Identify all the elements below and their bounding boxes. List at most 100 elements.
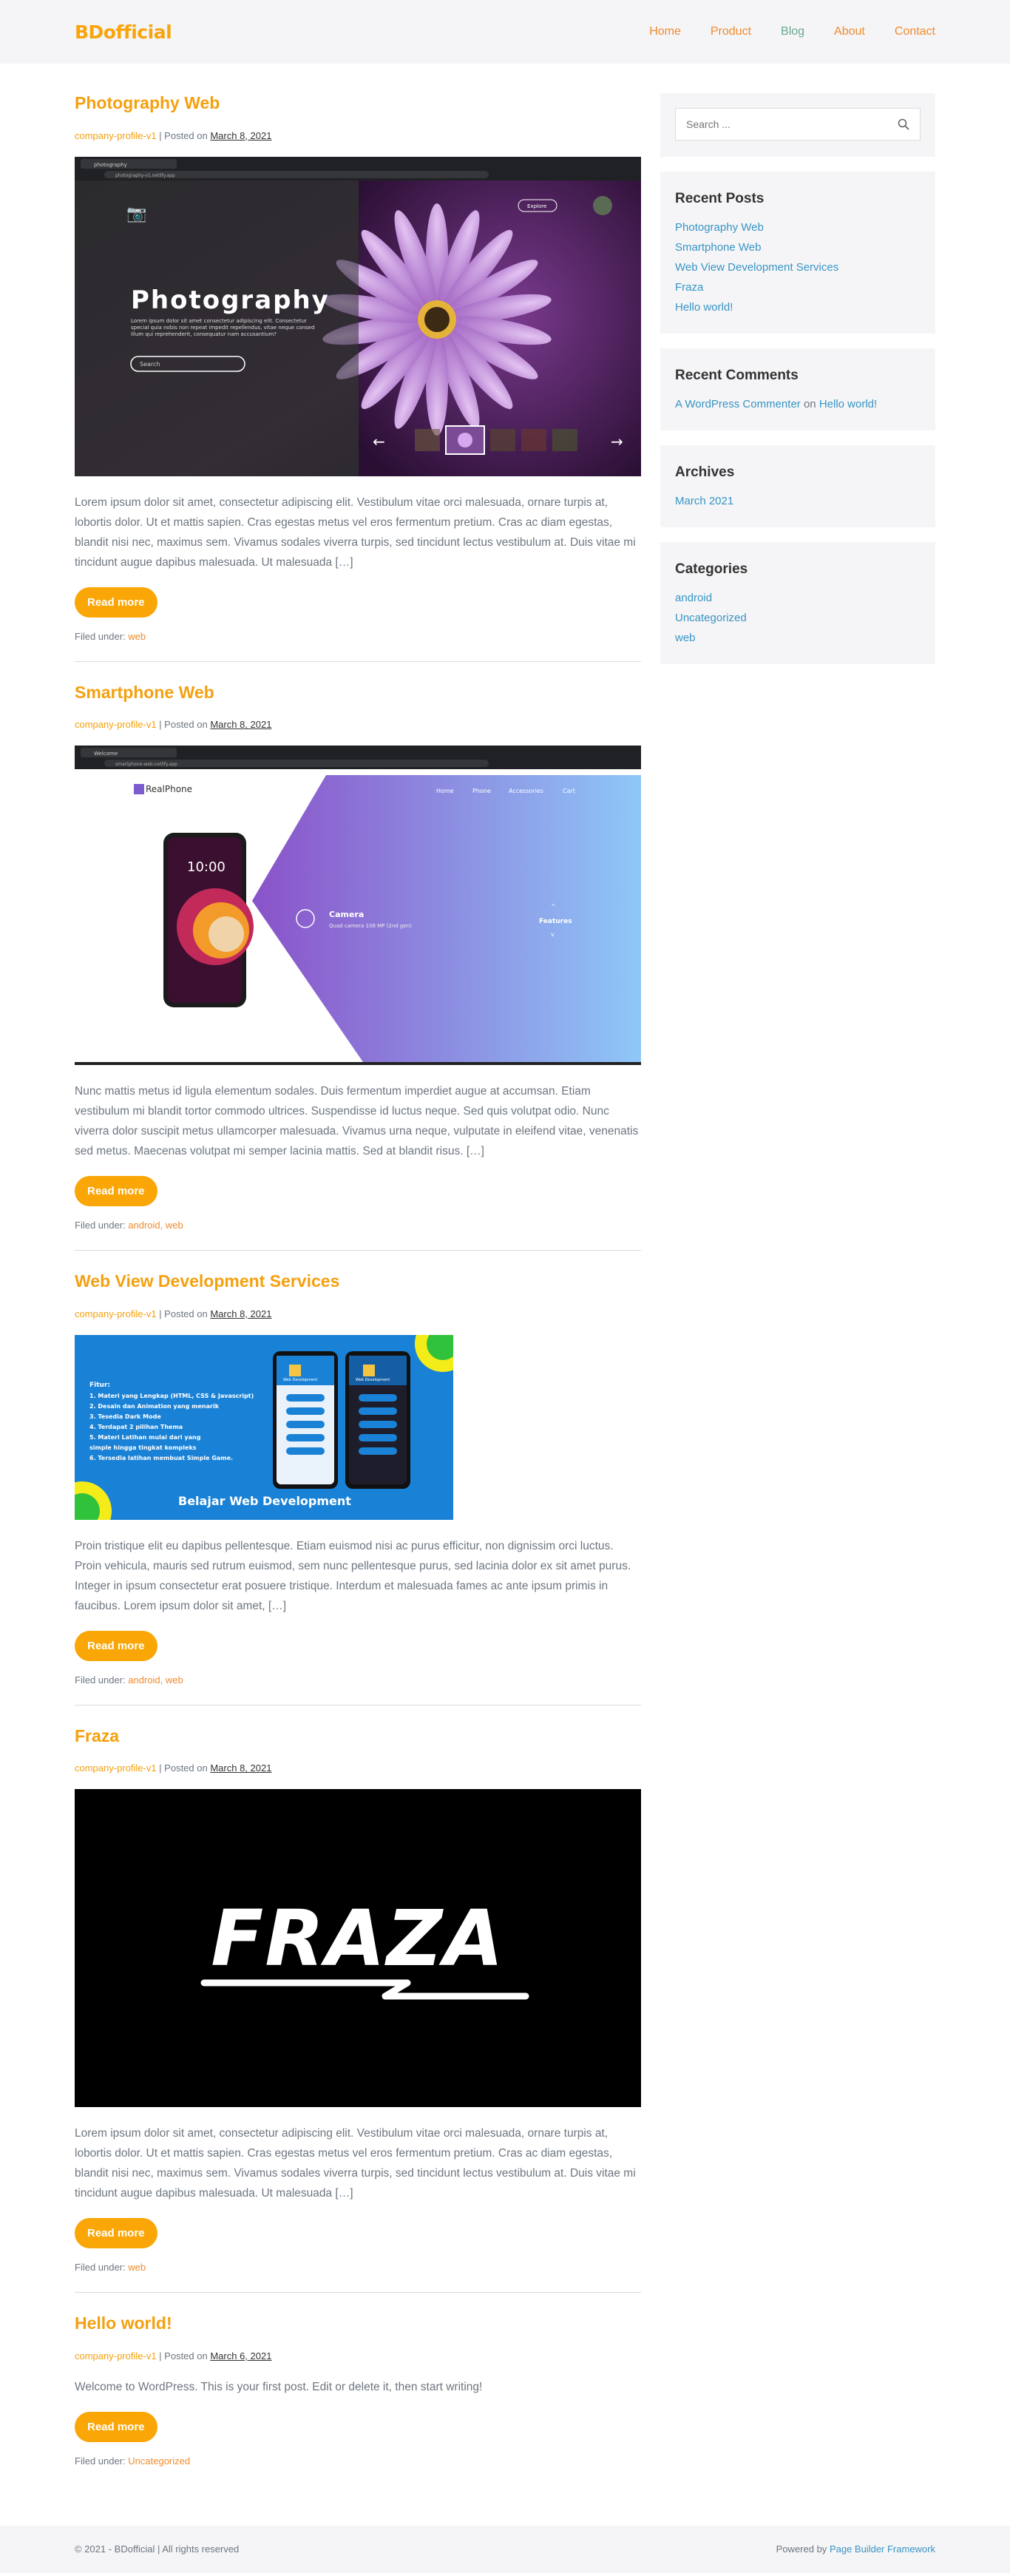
category-link[interactable]: android	[675, 592, 712, 604]
thumb-menu-accessories: Accessories	[509, 788, 543, 794]
post-thumbnail[interactable]: Fitur: 1. Materi yang Lengkap (HTML, CSS…	[75, 1334, 453, 1520]
site-logo[interactable]: BDofficial	[75, 21, 172, 43]
nav-about[interactable]: About	[834, 25, 865, 38]
recent-post-link[interactable]: Photography Web	[675, 221, 764, 234]
post-footer: Filed under: web	[75, 2262, 641, 2273]
post-author-link[interactable]: company-profile-v1	[75, 2350, 157, 2362]
post-meta: company-profile-v1 | Posted on March 6, …	[75, 2350, 272, 2362]
recent-posts-list: Photography Web Smartphone Web Web View …	[675, 217, 921, 317]
post-title[interactable]: Hello world!	[75, 2313, 641, 2334]
posted-on-label: Posted on	[164, 2350, 208, 2362]
fraza-wordmark: FRAZA	[211, 1893, 505, 1984]
comment-post-link[interactable]: Hello world!	[819, 398, 877, 410]
posted-on-label: Posted on	[164, 129, 208, 141]
post-title[interactable]: Smartphone Web	[75, 683, 641, 703]
post-date-link[interactable]: March 8, 2021	[210, 1762, 271, 1774]
thumb-brand: RealPhone	[146, 784, 192, 794]
web-development-banner-image: Fitur: 1. Materi yang Lengkap (HTML, CSS…	[75, 1334, 453, 1520]
category-link[interactable]: Uncategorized	[675, 612, 747, 624]
category-link[interactable]: android, web	[128, 1674, 183, 1686]
thumb-search-text: Search	[140, 361, 160, 368]
archive-link[interactable]: March 2021	[675, 495, 733, 507]
read-more-button[interactable]: Read more	[75, 2218, 157, 2249]
filed-under-label: Filed under:	[75, 630, 126, 642]
nav-product[interactable]: Product	[711, 25, 751, 38]
thumb-feature-text: Quad camera 108 MP (2nd gen)	[329, 923, 412, 929]
posted-on-label: Posted on	[164, 1762, 208, 1774]
main-nav: Home Product Blog About Contact	[649, 25, 935, 38]
post-hello-world: Hello world! company-profile-v1 | Posted…	[75, 2313, 641, 2486]
framework-link[interactable]: Page Builder Framework	[830, 2543, 935, 2555]
post-author-link[interactable]: company-profile-v1	[75, 719, 157, 730]
post-excerpt: Lorem ipsum dolor sit amet, consectetur …	[75, 496, 636, 569]
post-title[interactable]: Fraza	[75, 1726, 641, 1747]
search-widget	[660, 93, 935, 157]
post-author-link[interactable]: company-profile-v1	[75, 130, 157, 141]
thumb-banner-text: Belajar Web Development	[178, 1494, 351, 1508]
filed-under-label: Filed under:	[75, 1220, 126, 1231]
thumb-feature-item: simple hingga tingkat kompleks	[89, 1444, 197, 1451]
post-date-link[interactable]: March 6, 2021	[210, 2350, 271, 2362]
powered-by-label: Powered by	[776, 2543, 827, 2555]
post-footer: Filed under: web	[75, 631, 641, 642]
filed-under-label: Filed under:	[75, 2455, 126, 2467]
post-date-link[interactable]: March 8, 2021	[210, 130, 271, 141]
category-link[interactable]: web	[128, 631, 146, 642]
thumb-phone-time: 10:00	[187, 859, 226, 875]
nav-contact[interactable]: Contact	[895, 25, 935, 38]
read-more-button[interactable]: Read more	[75, 2411, 157, 2442]
thumb-feature-item: 2. Desain dan Animation yang menarik	[89, 1403, 220, 1410]
post-smartphone-web: Smartphone Web company-profile-v1 | Post…	[75, 683, 641, 1251]
post-date-link[interactable]: March 8, 2021	[210, 1308, 271, 1319]
post-title[interactable]: Photography Web	[75, 93, 641, 114]
svg-text:←: ←	[373, 433, 385, 450]
post-thumbnail[interactable]: Welcome smartphone-web.netlify.app RealP…	[75, 746, 641, 1066]
post-thumbnail[interactable]: photography photography-v1.netlify.app 📷…	[75, 156, 641, 476]
search-input[interactable]	[686, 118, 893, 130]
post-author-link[interactable]: company-profile-v1	[75, 1308, 157, 1319]
site-header: BDofficial Home Product Blog About Conta…	[0, 0, 1010, 64]
nav-blog[interactable]: Blog	[781, 25, 804, 38]
thumb-fitur-title: Fitur:	[89, 1382, 110, 1389]
footer-inner: © 2021 - BDofficial | All rights reserve…	[75, 2543, 935, 2555]
site-footer: © 2021 - BDofficial | All rights reserve…	[0, 2525, 1010, 2573]
post-date-link[interactable]: March 8, 2021	[210, 719, 271, 730]
powered-by: Powered by Page Builder Framework	[776, 2543, 935, 2555]
post-author-link[interactable]: company-profile-v1	[75, 1762, 157, 1774]
read-more-button[interactable]: Read more	[75, 586, 157, 618]
category-link[interactable]: web	[128, 2262, 146, 2273]
main-content: Photography Web company-profile-v1 | Pos…	[75, 93, 641, 2486]
svg-text:📷: 📷	[126, 205, 146, 223]
read-more-button[interactable]: Read more	[75, 1176, 157, 1207]
post-footer: Filed under: android, web	[75, 1674, 641, 1686]
read-more-button[interactable]: Read more	[75, 1630, 157, 1661]
filed-under-label: Filed under:	[75, 2262, 126, 2274]
recent-post-link[interactable]: Web View Development Services	[675, 261, 838, 274]
copyright-text: © 2021 - BDofficial | All rights reserve…	[75, 2543, 240, 2555]
recent-post-link[interactable]: Smartphone Web	[675, 241, 761, 254]
comment-author-link[interactable]: A WordPress Commenter	[675, 398, 801, 410]
post-meta: company-profile-v1 | Posted on March 8, …	[75, 1762, 272, 1774]
fraza-logo-image: FRAZA	[75, 1789, 641, 2108]
thumb-heading: Photography	[131, 285, 330, 315]
post-thumbnail[interactable]: FRAZA	[75, 1789, 641, 2108]
search-icon[interactable]	[898, 118, 909, 130]
filed-under-label: Filed under:	[75, 1674, 126, 1686]
thumb-phone-title-dark: Web Development	[356, 1378, 390, 1382]
recent-post-link[interactable]: Hello world!	[675, 301, 733, 314]
thumb-menu-phone: Phone	[472, 788, 491, 794]
category-link[interactable]: Uncategorized	[128, 2455, 190, 2467]
thumb-feature-title: Camera	[329, 910, 364, 919]
post-meta: company-profile-v1 | Posted on March 8, …	[75, 1308, 272, 1319]
thumb-phone-title: Web Development	[283, 1378, 317, 1382]
thumb-feature-item: 4. Terdapat 2 pilihan Thema	[89, 1424, 183, 1430]
widget-title: Categories	[675, 561, 748, 577]
post-title[interactable]: Web View Development Services	[75, 1271, 641, 1292]
category-link[interactable]: android, web	[128, 1220, 183, 1231]
category-link[interactable]: web	[675, 632, 696, 644]
photography-screenshot-image: photography photography-v1.netlify.app 📷…	[75, 156, 641, 476]
browser-url-text: photography-v1.netlify.app	[115, 173, 175, 178]
recent-post-link[interactable]: Fraza	[675, 281, 703, 294]
posted-on-label: Posted on	[164, 719, 208, 731]
nav-home[interactable]: Home	[649, 25, 681, 38]
